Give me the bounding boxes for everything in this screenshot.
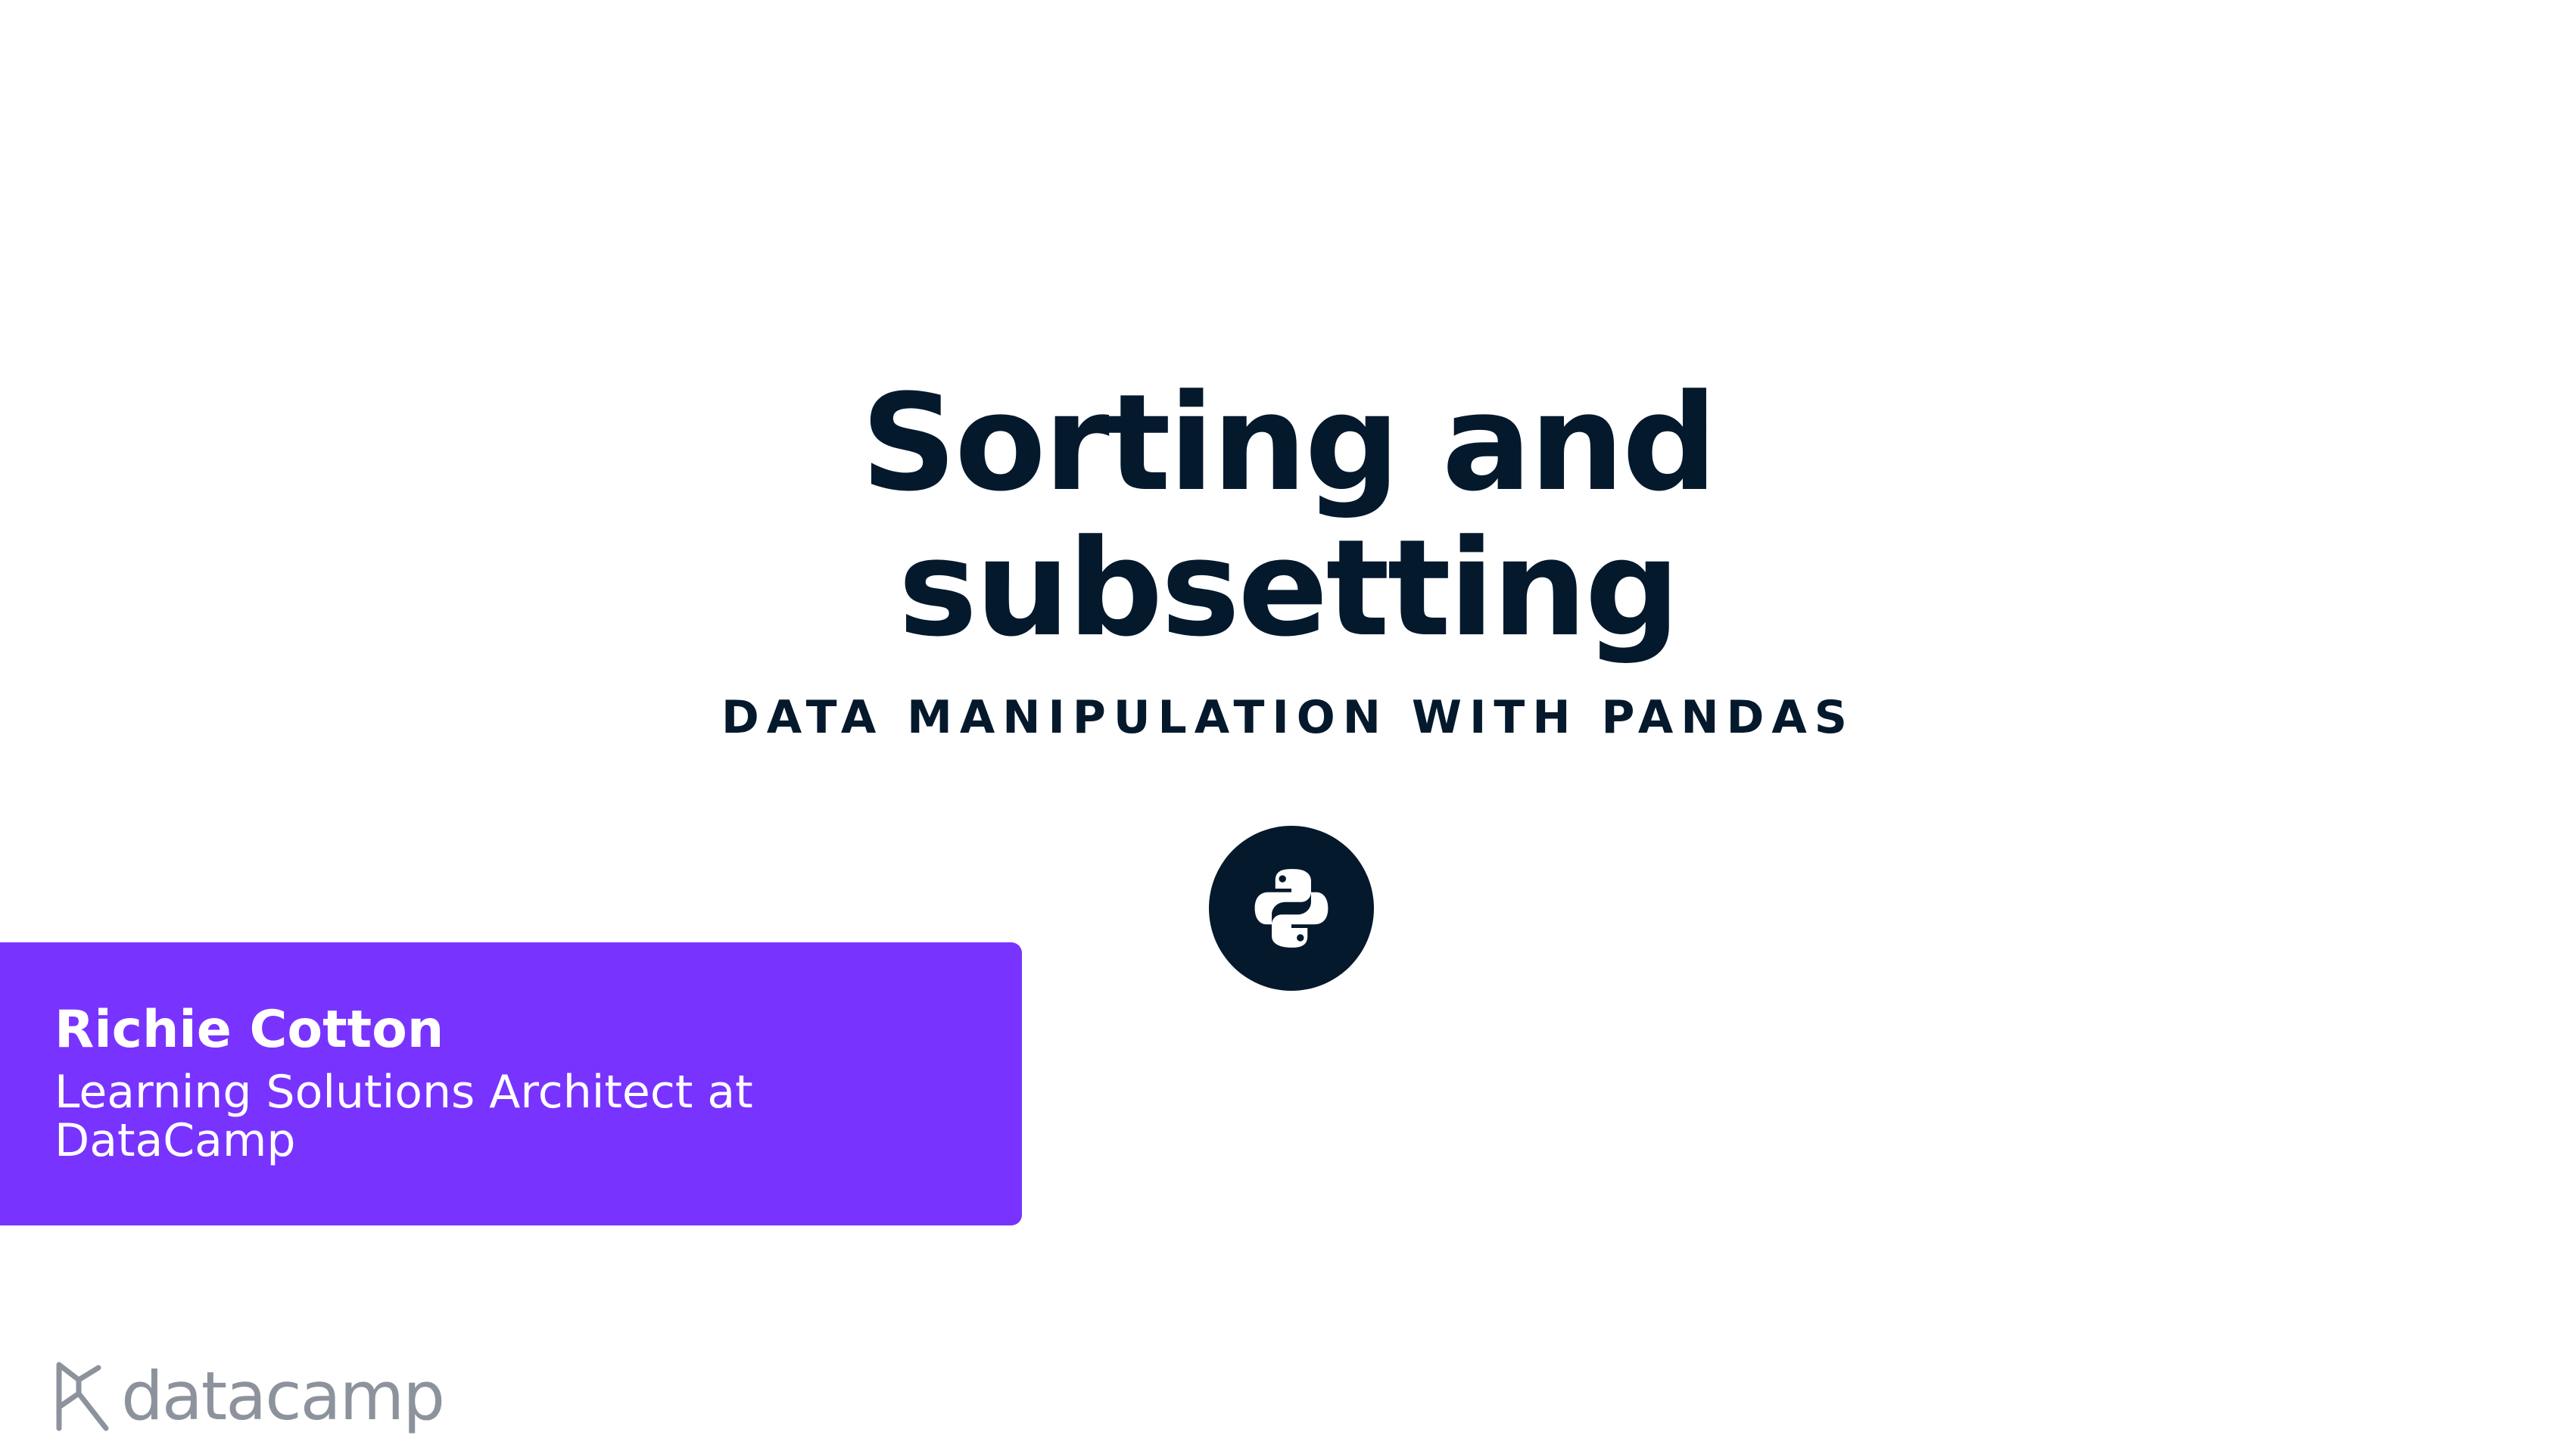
author-name: Richie Cotton: [55, 1000, 444, 1060]
author-role-line-1: Learning Solutions Architect at: [55, 1066, 753, 1119]
author-card: Richie Cotton Learning Solutions Archite…: [0, 942, 1022, 1225]
python-badge: [1209, 826, 1374, 991]
datacamp-logo-icon: [56, 1362, 109, 1431]
python-logo-icon: [1254, 869, 1328, 948]
datacamp-wordmark: datacamp: [121, 1357, 445, 1435]
slide-title-line-1: Sorting and: [861, 366, 1718, 521]
author-role: Learning Solutions Architect at DataCamp: [55, 1068, 811, 1165]
course-name: DATA MANIPULATION WITH PANDAS: [721, 691, 1855, 744]
datacamp-brand: datacamp: [53, 1355, 445, 1438]
author-role-line-2: DataCamp: [55, 1114, 296, 1167]
title-slide: Sorting and subsetting DATA MANIPULATION…: [0, 0, 2576, 1451]
slide-title: Sorting and subsetting: [0, 371, 2576, 662]
slide-title-line-2: subsetting: [898, 511, 1680, 666]
